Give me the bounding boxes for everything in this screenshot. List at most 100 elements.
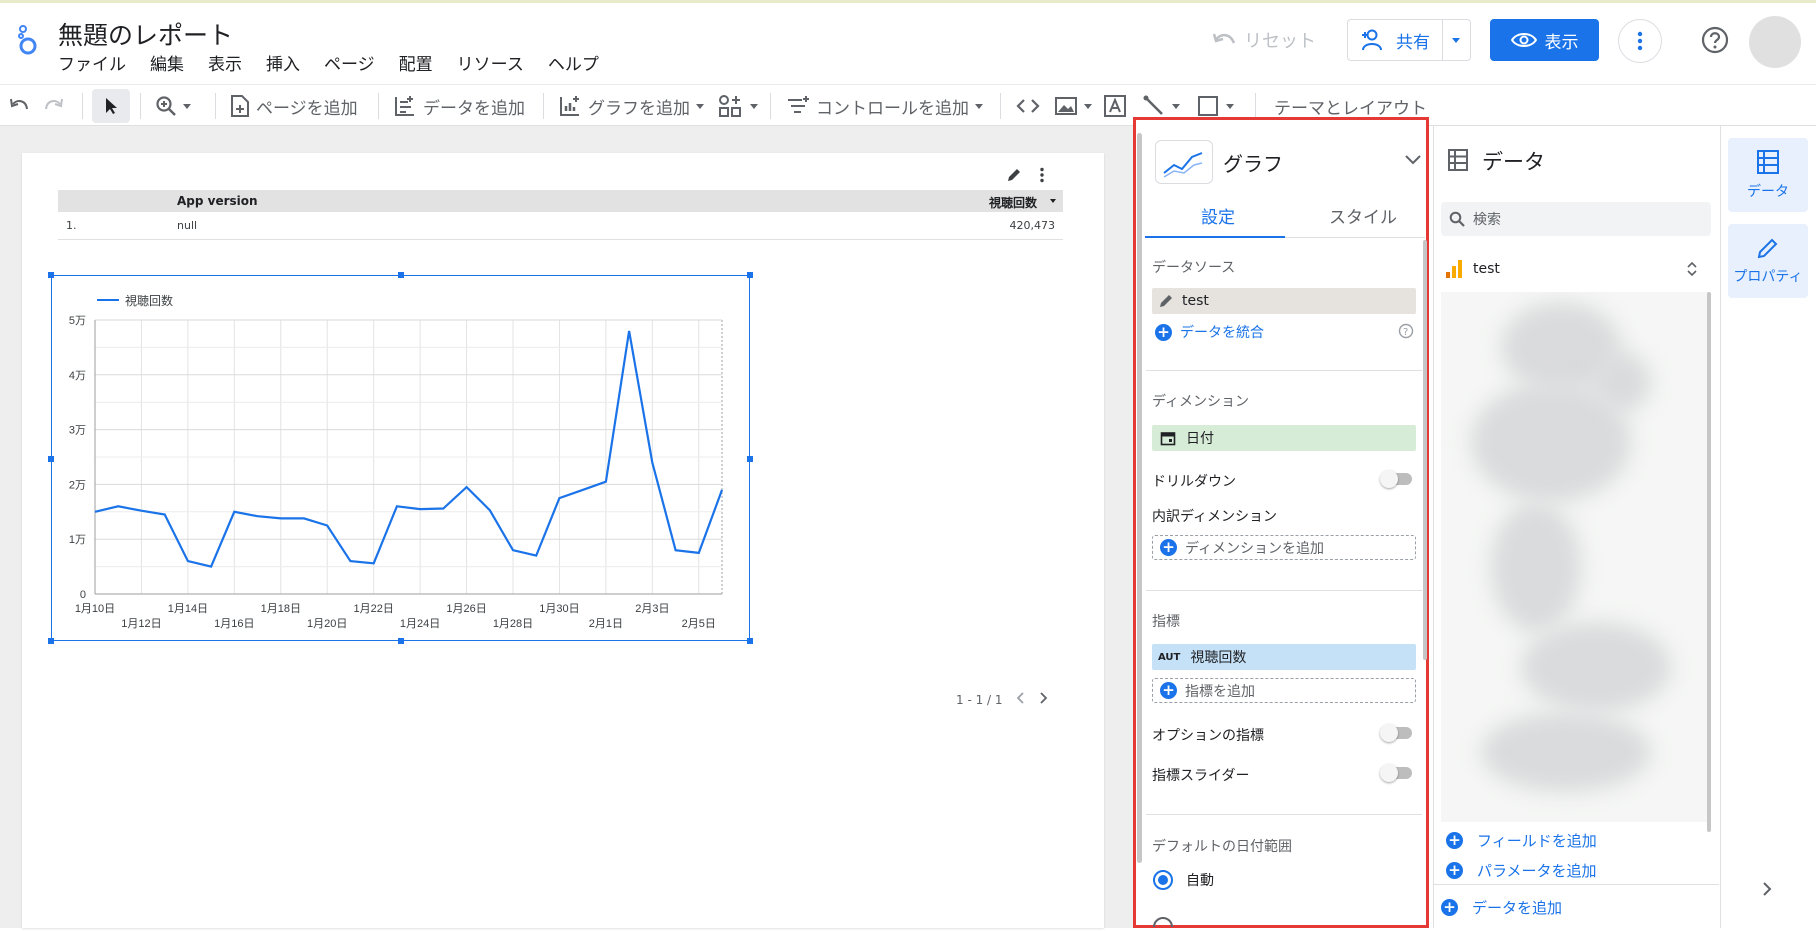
metric-name: 視聴回数 — [1190, 650, 1247, 666]
metric-chip[interactable]: AUT 視聴回数 — [1152, 644, 1416, 670]
collapse-panel-button[interactable] — [1762, 878, 1772, 902]
add-field-button[interactable]: + フィールドを追加 — [1446, 830, 1597, 851]
x-tick-label: 1月18日 — [261, 603, 301, 615]
data-source-heading: データソース — [1152, 260, 1236, 276]
toggle-switch — [1380, 764, 1412, 782]
metric-heading: 指標 — [1152, 614, 1180, 630]
pencil-icon — [1160, 295, 1172, 307]
drilldown-label: ドリルダウン — [1152, 474, 1236, 490]
user-avatar[interactable] — [1749, 16, 1801, 68]
chart-type-selector[interactable]: グラフ — [1155, 140, 1433, 184]
rail-data-button[interactable]: データ — [1728, 138, 1808, 212]
chevron-down-icon — [1405, 155, 1421, 165]
toggle-switch — [1380, 470, 1412, 488]
x-tick-label: 1月26日 — [446, 603, 486, 615]
rail-data-label: データ — [1747, 184, 1789, 200]
add-dimension-button[interactable]: + ディメンションを追加 — [1152, 535, 1416, 560]
chevron-right-icon — [1763, 882, 1772, 896]
chart-grid — [94, 319, 723, 595]
svg-text:?: ? — [1403, 327, 1408, 338]
add-data-source-label: データを追加 — [1472, 899, 1563, 917]
table-icon — [1757, 150, 1779, 174]
share-label: 共有 — [1396, 32, 1430, 53]
search-icon — [1449, 211, 1465, 227]
collapse-icon — [1687, 261, 1697, 277]
y-tick-label: 2万 — [69, 479, 86, 491]
tab-setup[interactable]: 設定 — [1201, 203, 1235, 228]
date-range-auto-label: 自動 — [1186, 873, 1214, 889]
field-list-blurred — [1441, 292, 1709, 822]
pager-next-button[interactable] — [1039, 692, 1047, 707]
blend-data-button[interactable]: + データを統合 — [1152, 322, 1264, 342]
data-panel-icon — [1447, 148, 1469, 176]
breakdown-dimension-label: 内訳ディメンション — [1152, 509, 1278, 525]
metric-slider-toggle[interactable] — [1380, 764, 1412, 782]
x-tick-label: 1月24日 — [400, 618, 440, 630]
dimension-heading: ディメンション — [1152, 394, 1250, 410]
radio-unselected-icon — [1153, 917, 1173, 928]
data-source-row[interactable]: test — [1441, 256, 1711, 282]
theme-layout-label: テーマとレイアウト — [1274, 98, 1427, 119]
rectangle-icon — [1198, 96, 1218, 116]
chevron-down-icon — [1452, 37, 1460, 43]
dimension-chip[interactable]: 日付 — [1152, 425, 1416, 451]
add-circle-icon: + — [1446, 832, 1463, 849]
blend-help-icon[interactable]: ? — [1398, 323, 1414, 343]
add-parameter-button[interactable]: + パラメータを追加 — [1446, 860, 1597, 881]
field-list-scrollbar[interactable] — [1707, 292, 1711, 832]
rail-properties-label: プロパティ — [1733, 269, 1803, 285]
x-tick-label: 1月20日 — [307, 618, 347, 630]
metric-slider-label: 指標スライダー — [1152, 768, 1250, 784]
share-button[interactable]: 共有 — [1348, 20, 1443, 60]
reset-icon — [1212, 33, 1236, 44]
panel-scrollbar[interactable] — [1423, 240, 1427, 660]
more-options-button[interactable] — [1618, 19, 1662, 63]
data-source-chip[interactable]: test — [1152, 288, 1416, 314]
add-circle-icon: + — [1160, 539, 1177, 556]
legend-label: 視聴回数 — [125, 293, 173, 308]
chart-type-label: グラフ — [1223, 152, 1283, 176]
y-tick-label: 4万 — [69, 370, 86, 382]
radio-selected-icon — [1153, 870, 1173, 890]
y-tick-label: 1万 — [69, 534, 86, 546]
optional-metrics-label: オプションの指標 — [1152, 728, 1264, 744]
view-label: 表示 — [1544, 32, 1579, 53]
pager-prev-button[interactable] — [1016, 692, 1025, 707]
data-panel-title: データ — [1482, 150, 1545, 174]
date-range-custom-option[interactable] — [1152, 912, 1174, 931]
share-button-group: 共有 — [1347, 19, 1471, 61]
chevron-left-icon — [1016, 692, 1024, 704]
more-vert-icon — [1637, 31, 1643, 51]
add-metric-button[interactable]: + 指標を追加 — [1152, 678, 1416, 703]
analytics-icon — [1446, 260, 1462, 278]
y-axis-ticks: 0 1万 2万 3万 4万 5万 — [69, 315, 86, 601]
x-axis-ticks: 1月10日 1月14日 1月18日 1月22日 1月26日 1月30日 2月3日 1月12日 1… — [75, 603, 716, 630]
default-date-range-heading: デフォルトの日付範囲 — [1152, 839, 1292, 855]
data-panel-divider — [1433, 884, 1719, 885]
x-tick-label: 1月28日 — [493, 618, 533, 630]
date-range-auto-option[interactable]: 自動 — [1152, 869, 1214, 891]
x-tick-label: 1月30日 — [539, 603, 579, 615]
blend-data-label: データを統合 — [1180, 325, 1264, 341]
section-divider — [1146, 814, 1422, 815]
rail-properties-button[interactable]: プロパティ — [1728, 224, 1808, 298]
eye-icon — [1510, 33, 1537, 47]
drilldown-toggle[interactable] — [1380, 470, 1412, 488]
x-tick-label: 1月12日 — [121, 618, 161, 630]
add-data-source-button[interactable]: + データを追加 — [1441, 897, 1562, 918]
calendar-icon — [1160, 432, 1176, 446]
reset-button[interactable]: リセット — [1212, 27, 1316, 53]
series-line-views — [94, 330, 724, 568]
x-tick-label: 2月1日 — [589, 618, 623, 630]
help-button[interactable] — [1700, 25, 1730, 59]
pencil-icon — [1757, 238, 1778, 259]
share-dropdown-button[interactable] — [1443, 37, 1469, 43]
tab-style[interactable]: スタイル — [1329, 203, 1397, 228]
field-search-input[interactable]: 検索 — [1441, 202, 1711, 236]
canvas-scrollbar[interactable] — [1137, 133, 1142, 863]
optional-metrics-toggle[interactable] — [1380, 724, 1412, 742]
line-icon — [1143, 95, 1163, 115]
chevron-down-icon — [1172, 103, 1180, 109]
view-button[interactable]: 表示 — [1490, 19, 1599, 61]
active-tab-indicator — [1145, 236, 1285, 238]
